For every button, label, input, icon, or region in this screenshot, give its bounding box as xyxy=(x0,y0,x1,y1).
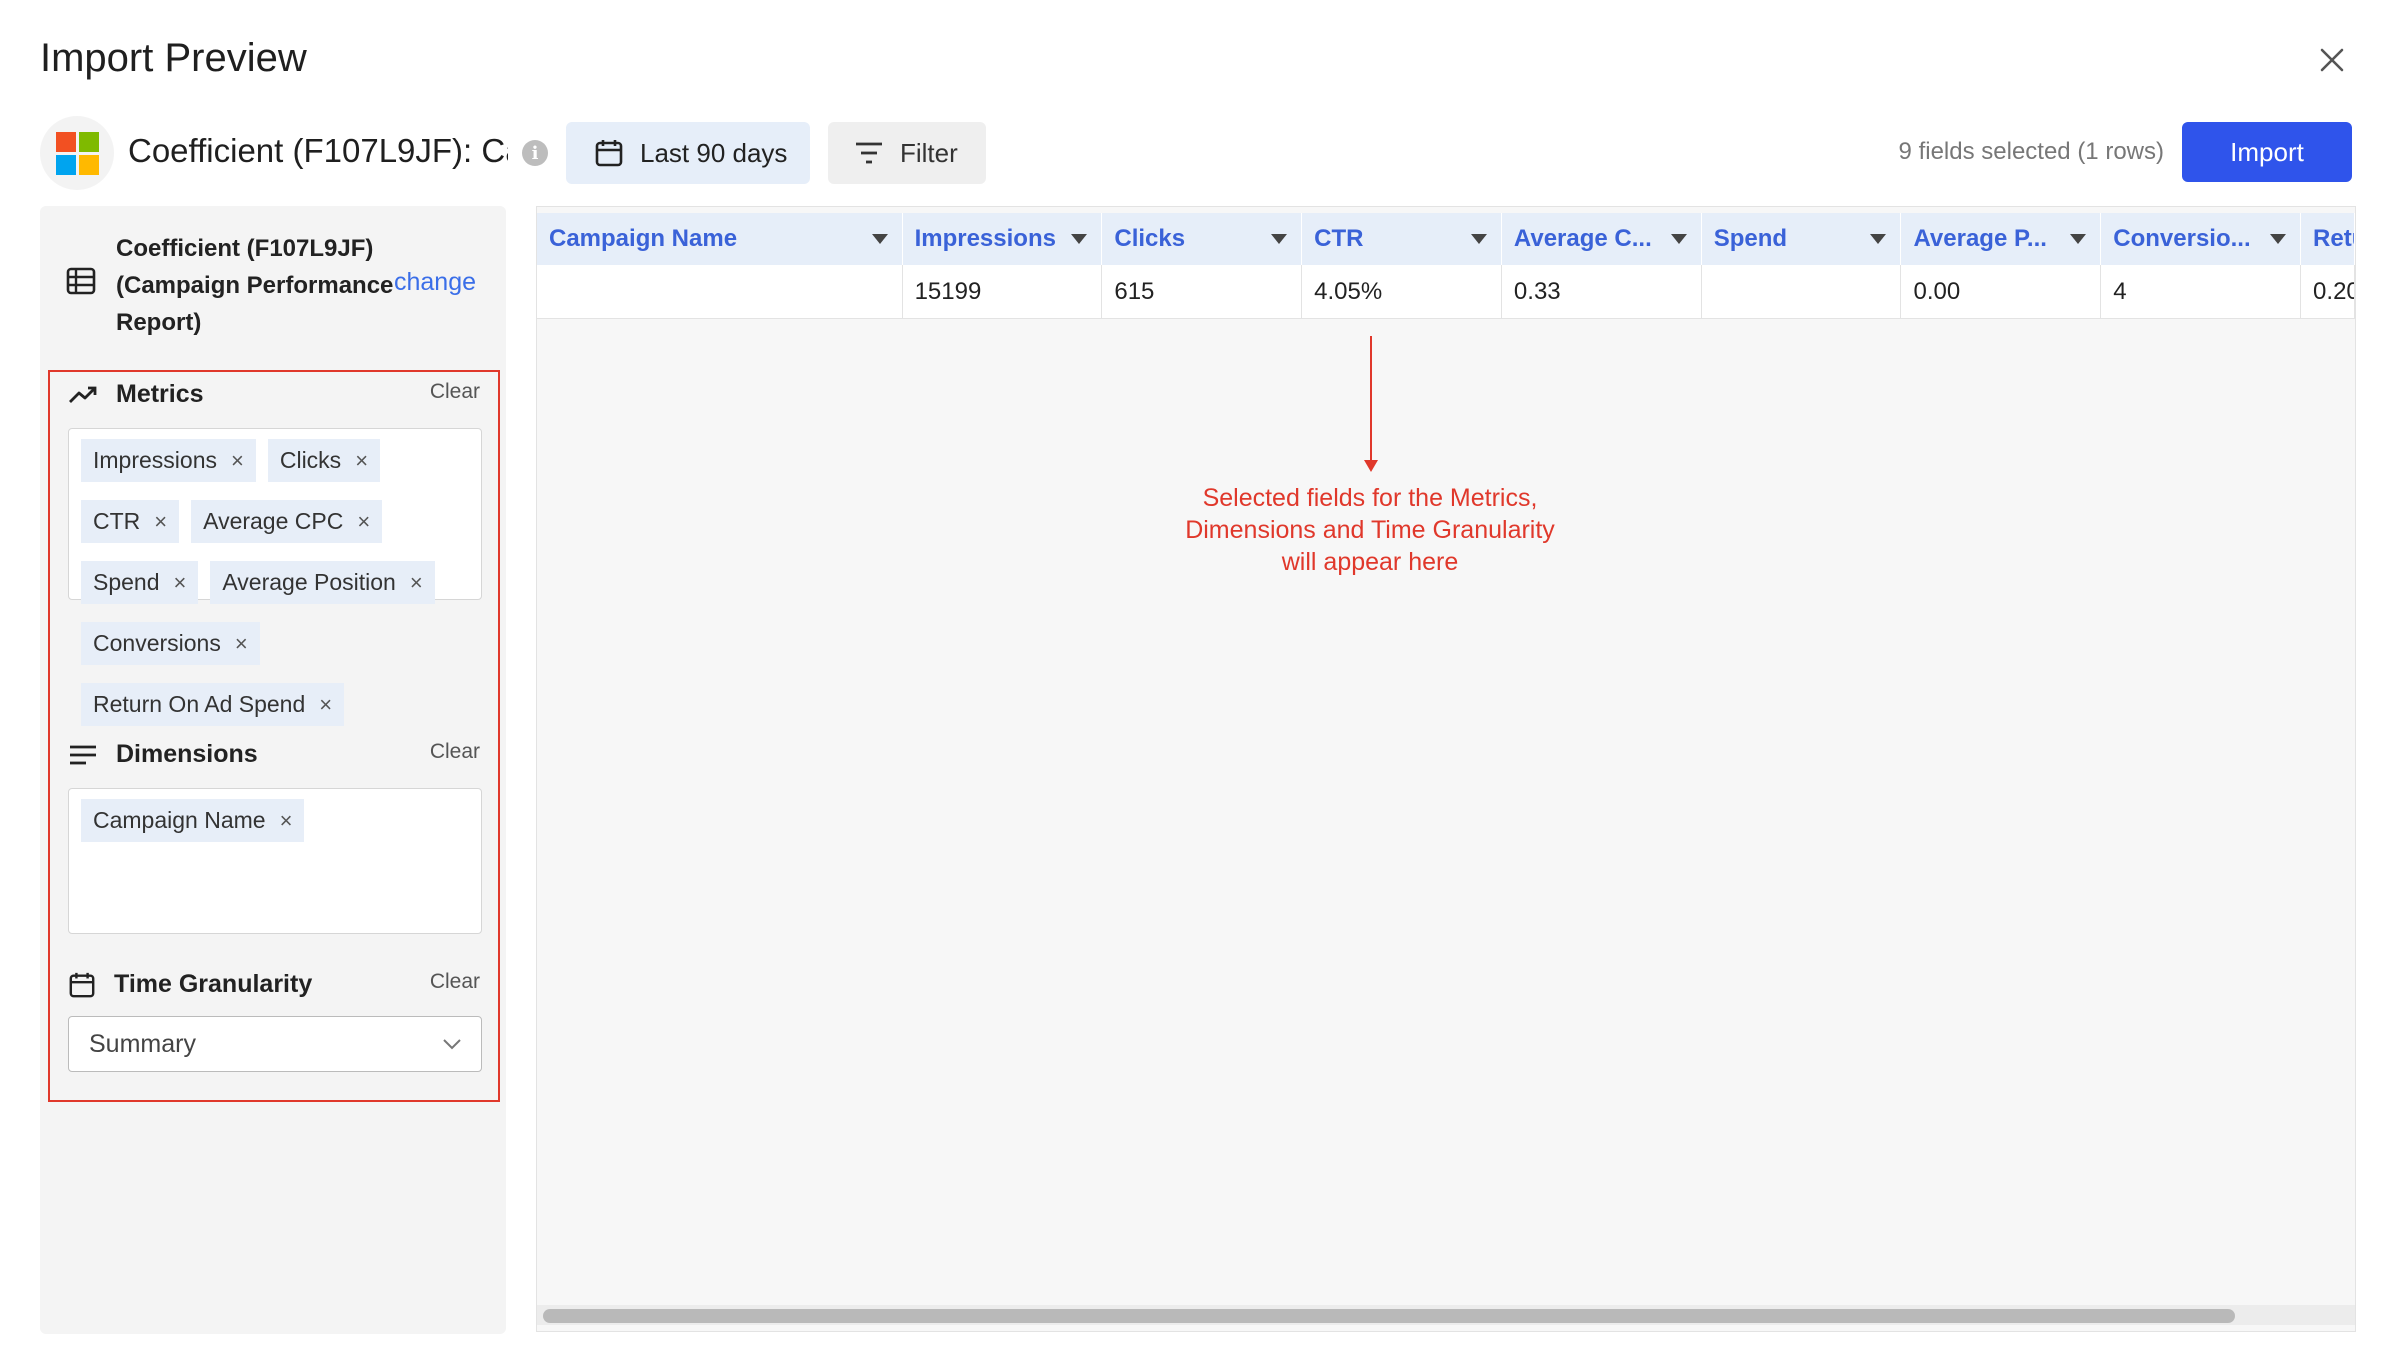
import-button[interactable]: Import xyxy=(2182,122,2352,182)
datasource-name: Coefficient (F107L9JF) (Campaign Perform… xyxy=(116,235,394,336)
metric-chip: Average CPC × xyxy=(191,500,383,543)
metric-chip: Conversions × xyxy=(81,622,260,665)
column-header[interactable]: Spend xyxy=(1702,213,1902,265)
column-header[interactable]: Conversio... xyxy=(2101,213,2302,265)
table-row: 15199 615 4.05% 0.33 0.00 4 0.20 xyxy=(537,265,2355,319)
annotation-arrow-head xyxy=(1364,460,1378,472)
table-cell[interactable] xyxy=(537,265,903,319)
column-header[interactable]: Average P... xyxy=(1901,213,2102,265)
sort-caret-icon[interactable] xyxy=(2070,234,2087,244)
remove-icon[interactable]: × xyxy=(231,448,244,474)
sort-caret-icon[interactable] xyxy=(1670,234,1687,244)
remove-icon[interactable]: × xyxy=(319,692,332,718)
dimensions-title: Dimensions xyxy=(116,740,258,768)
metric-chip: Return On Ad Spend × xyxy=(81,683,345,726)
filter-label: Filter xyxy=(900,137,958,168)
sort-caret-icon[interactable] xyxy=(1271,234,1288,244)
dimension-chip: Campaign Name × xyxy=(81,799,305,842)
metrics-title: Metrics xyxy=(116,380,204,408)
close-button[interactable] xyxy=(2310,38,2354,82)
remove-icon[interactable]: × xyxy=(154,509,167,535)
column-header[interactable]: Campaign Name xyxy=(537,213,903,265)
metric-chip: Clicks × xyxy=(267,439,381,482)
sidebar: Coefficient (F107L9JF) (Campaign Perform… xyxy=(40,206,506,1334)
microsoft-logo-icon xyxy=(55,131,99,175)
close-icon xyxy=(2320,48,2344,72)
grid-header-row: Campaign Name Impressions Clicks CTR Ave… xyxy=(537,213,2355,265)
preview-grid: Campaign Name Impressions Clicks CTR Ave… xyxy=(536,206,2356,1332)
dimensions-clear-button[interactable]: Clear xyxy=(430,740,480,764)
column-header[interactable]: Impressions xyxy=(903,213,1103,265)
annotation-text: Selected fields for the Metrics, Dimensi… xyxy=(1185,484,1555,576)
table-cell[interactable]: 15199 xyxy=(903,265,1103,319)
info-icon[interactable]: i xyxy=(522,140,548,166)
remove-icon[interactable]: × xyxy=(235,631,248,657)
remove-icon[interactable]: × xyxy=(355,448,368,474)
metrics-chip-box[interactable]: Impressions × Clicks × CTR × Average CPC × S… xyxy=(68,428,482,726)
metrics-clear-button[interactable]: Clear xyxy=(430,380,480,404)
sort-caret-icon[interactable] xyxy=(1470,234,1487,244)
table-cell[interactable]: 0.00 xyxy=(1901,265,2102,319)
sort-caret-icon[interactable] xyxy=(2270,234,2287,244)
remove-icon[interactable]: × xyxy=(174,570,187,596)
remove-icon[interactable]: × xyxy=(280,808,293,834)
metrics-header: Metrics xyxy=(68,380,204,409)
table-cell[interactable]: 615 xyxy=(1102,265,1303,319)
remove-icon[interactable]: × xyxy=(357,509,370,535)
date-range-button[interactable]: Last 90 days xyxy=(566,122,810,184)
table-cell[interactable]: 0.20 xyxy=(2301,265,2355,319)
column-header[interactable]: Clicks xyxy=(1102,213,1303,265)
source-logo xyxy=(40,116,114,190)
table-icon xyxy=(66,267,96,295)
calendar-icon xyxy=(595,140,623,167)
metric-chip: Impressions × xyxy=(81,439,256,482)
time-granularity-select[interactable]: Summary xyxy=(68,1016,482,1072)
trending-icon xyxy=(69,386,97,403)
dimensions-header: Dimensions xyxy=(68,740,258,769)
table-cell[interactable]: 4 xyxy=(2101,265,2302,319)
page-title: Import Preview xyxy=(40,36,307,80)
column-header[interactable]: CTR xyxy=(1302,213,1502,265)
table-cell[interactable]: 4.05% xyxy=(1302,265,1502,319)
sort-caret-icon[interactable] xyxy=(871,234,888,244)
metric-chip: Average Position × xyxy=(210,561,435,604)
chevron-down-icon xyxy=(443,1039,461,1050)
annotation-arrow-line xyxy=(1370,336,1372,464)
filter-icon xyxy=(856,142,882,164)
time-granularity-value: Summary xyxy=(89,1029,196,1058)
date-range-label: Last 90 days xyxy=(640,137,788,168)
time-granularity-header: Time Granularity xyxy=(68,970,312,999)
scrollbar-thumb[interactable] xyxy=(543,1309,2235,1323)
table-cell[interactable]: 0.33 xyxy=(1502,265,1702,319)
time-granularity-clear-button[interactable]: Clear xyxy=(430,970,480,994)
sort-caret-icon[interactable] xyxy=(1870,234,1887,244)
horizontal-scrollbar[interactable] xyxy=(537,1305,2355,1325)
metric-chip: Spend × xyxy=(81,561,199,604)
time-granularity-title: Time Granularity xyxy=(114,970,313,998)
remove-icon[interactable]: × xyxy=(410,570,423,596)
lines-icon xyxy=(70,745,96,764)
dimensions-chip-box[interactable]: Campaign Name × xyxy=(68,788,482,934)
table-cell[interactable] xyxy=(1702,265,1902,319)
change-datasource-link[interactable]: change xyxy=(394,268,476,297)
filter-button[interactable]: Filter xyxy=(828,122,986,184)
toolbar: Coefficient (F107L9JF): Campaign Perform… xyxy=(40,116,2352,192)
fields-selected-count: 9 fields selected (1 rows) xyxy=(1898,138,2164,165)
calendar-icon xyxy=(69,972,95,997)
column-header[interactable]: Average C... xyxy=(1502,213,1702,265)
metric-chip: CTR × xyxy=(81,500,180,543)
source-name: Coefficient (F107L9JF): Campaign Perform… xyxy=(128,132,508,169)
sort-caret-icon[interactable] xyxy=(1071,234,1088,244)
column-header[interactable]: Retu xyxy=(2301,213,2355,265)
field-selection-panel: Metrics Clear Impressions × Clicks × CTR × … xyxy=(48,370,500,1102)
